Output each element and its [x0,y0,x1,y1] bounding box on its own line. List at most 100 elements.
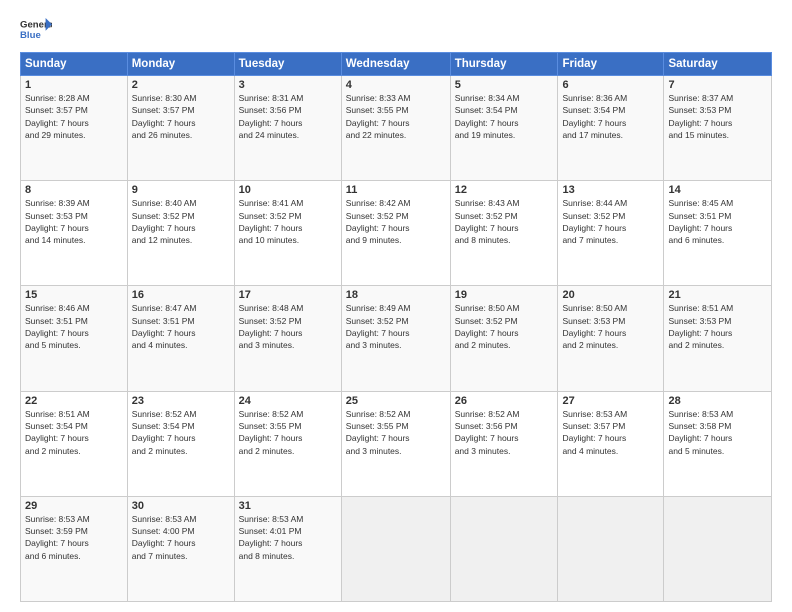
calendar-day-cell: 9Sunrise: 8:40 AMSunset: 3:52 PMDaylight… [127,181,234,286]
calendar-day-cell: 16Sunrise: 8:47 AMSunset: 3:51 PMDayligh… [127,286,234,391]
day-info: Sunrise: 8:50 AMSunset: 3:52 PMDaylight:… [455,302,554,351]
day-info: Sunrise: 8:46 AMSunset: 3:51 PMDaylight:… [25,302,123,351]
day-info: Sunrise: 8:49 AMSunset: 3:52 PMDaylight:… [346,302,446,351]
day-number: 12 [455,184,554,196]
day-info: Sunrise: 8:52 AMSunset: 3:54 PMDaylight:… [132,408,230,457]
calendar-day-header: Saturday [664,53,772,76]
day-number: 2 [132,79,230,91]
calendar-day-cell: 10Sunrise: 8:41 AMSunset: 3:52 PMDayligh… [234,181,341,286]
day-number: 3 [239,79,337,91]
calendar-day-header: Thursday [450,53,558,76]
day-info: Sunrise: 8:53 AMSunset: 3:59 PMDaylight:… [25,513,123,562]
calendar-day-cell: 24Sunrise: 8:52 AMSunset: 3:55 PMDayligh… [234,391,341,496]
day-number: 5 [455,79,554,91]
day-info: Sunrise: 8:37 AMSunset: 3:53 PMDaylight:… [668,92,767,141]
calendar-day-cell: 19Sunrise: 8:50 AMSunset: 3:52 PMDayligh… [450,286,558,391]
calendar-day-cell: 21Sunrise: 8:51 AMSunset: 3:53 PMDayligh… [664,286,772,391]
calendar-day-cell: 7Sunrise: 8:37 AMSunset: 3:53 PMDaylight… [664,76,772,181]
day-number: 13 [562,184,659,196]
day-info: Sunrise: 8:45 AMSunset: 3:51 PMDaylight:… [668,197,767,246]
calendar-day-cell [664,496,772,601]
day-number: 23 [132,395,230,407]
calendar-day-cell: 13Sunrise: 8:44 AMSunset: 3:52 PMDayligh… [558,181,664,286]
day-number: 9 [132,184,230,196]
calendar-day-cell: 2Sunrise: 8:30 AMSunset: 3:57 PMDaylight… [127,76,234,181]
day-number: 19 [455,289,554,301]
page: General Blue SundayMondayTuesdayWednesda… [0,0,792,612]
calendar-day-cell: 23Sunrise: 8:52 AMSunset: 3:54 PMDayligh… [127,391,234,496]
day-info: Sunrise: 8:43 AMSunset: 3:52 PMDaylight:… [455,197,554,246]
calendar-day-header: Wednesday [341,53,450,76]
calendar-day-cell: 6Sunrise: 8:36 AMSunset: 3:54 PMDaylight… [558,76,664,181]
day-info: Sunrise: 8:53 AMSunset: 4:00 PMDaylight:… [132,513,230,562]
day-info: Sunrise: 8:28 AMSunset: 3:57 PMDaylight:… [25,92,123,141]
day-number: 18 [346,289,446,301]
day-info: Sunrise: 8:34 AMSunset: 3:54 PMDaylight:… [455,92,554,141]
day-info: Sunrise: 8:53 AMSunset: 3:57 PMDaylight:… [562,408,659,457]
day-info: Sunrise: 8:39 AMSunset: 3:53 PMDaylight:… [25,197,123,246]
day-info: Sunrise: 8:31 AMSunset: 3:56 PMDaylight:… [239,92,337,141]
calendar-day-cell: 28Sunrise: 8:53 AMSunset: 3:58 PMDayligh… [664,391,772,496]
calendar-day-cell: 12Sunrise: 8:43 AMSunset: 3:52 PMDayligh… [450,181,558,286]
calendar-day-cell: 26Sunrise: 8:52 AMSunset: 3:56 PMDayligh… [450,391,558,496]
day-number: 25 [346,395,446,407]
calendar-day-cell [450,496,558,601]
day-info: Sunrise: 8:41 AMSunset: 3:52 PMDaylight:… [239,197,337,246]
logo: General Blue [20,16,52,44]
day-info: Sunrise: 8:51 AMSunset: 3:54 PMDaylight:… [25,408,123,457]
calendar-day-cell [341,496,450,601]
day-info: Sunrise: 8:51 AMSunset: 3:53 PMDaylight:… [668,302,767,351]
calendar-day-cell: 17Sunrise: 8:48 AMSunset: 3:52 PMDayligh… [234,286,341,391]
day-info: Sunrise: 8:52 AMSunset: 3:55 PMDaylight:… [346,408,446,457]
calendar-day-cell: 15Sunrise: 8:46 AMSunset: 3:51 PMDayligh… [21,286,128,391]
day-number: 22 [25,395,123,407]
calendar-day-cell: 11Sunrise: 8:42 AMSunset: 3:52 PMDayligh… [341,181,450,286]
calendar-day-cell: 5Sunrise: 8:34 AMSunset: 3:54 PMDaylight… [450,76,558,181]
day-number: 29 [25,500,123,512]
calendar-day-cell: 25Sunrise: 8:52 AMSunset: 3:55 PMDayligh… [341,391,450,496]
calendar-day-header: Monday [127,53,234,76]
day-info: Sunrise: 8:50 AMSunset: 3:53 PMDaylight:… [562,302,659,351]
day-number: 24 [239,395,337,407]
day-info: Sunrise: 8:33 AMSunset: 3:55 PMDaylight:… [346,92,446,141]
calendar-day-cell: 8Sunrise: 8:39 AMSunset: 3:53 PMDaylight… [21,181,128,286]
calendar-day-cell: 29Sunrise: 8:53 AMSunset: 3:59 PMDayligh… [21,496,128,601]
day-number: 14 [668,184,767,196]
svg-text:Blue: Blue [20,30,41,41]
calendar-day-cell: 30Sunrise: 8:53 AMSunset: 4:00 PMDayligh… [127,496,234,601]
day-number: 17 [239,289,337,301]
day-info: Sunrise: 8:53 AMSunset: 4:01 PMDaylight:… [239,513,337,562]
day-number: 16 [132,289,230,301]
calendar-day-header: Tuesday [234,53,341,76]
calendar-week-row: 1Sunrise: 8:28 AMSunset: 3:57 PMDaylight… [21,76,772,181]
day-number: 11 [346,184,446,196]
day-number: 1 [25,79,123,91]
day-info: Sunrise: 8:52 AMSunset: 3:56 PMDaylight:… [455,408,554,457]
day-number: 8 [25,184,123,196]
calendar-day-header: Friday [558,53,664,76]
day-info: Sunrise: 8:42 AMSunset: 3:52 PMDaylight:… [346,197,446,246]
day-number: 15 [25,289,123,301]
day-info: Sunrise: 8:48 AMSunset: 3:52 PMDaylight:… [239,302,337,351]
day-number: 31 [239,500,337,512]
calendar-day-cell: 31Sunrise: 8:53 AMSunset: 4:01 PMDayligh… [234,496,341,601]
calendar-week-row: 22Sunrise: 8:51 AMSunset: 3:54 PMDayligh… [21,391,772,496]
calendar-day-cell: 18Sunrise: 8:49 AMSunset: 3:52 PMDayligh… [341,286,450,391]
day-info: Sunrise: 8:44 AMSunset: 3:52 PMDaylight:… [562,197,659,246]
day-number: 27 [562,395,659,407]
day-info: Sunrise: 8:40 AMSunset: 3:52 PMDaylight:… [132,197,230,246]
day-info: Sunrise: 8:36 AMSunset: 3:54 PMDaylight:… [562,92,659,141]
calendar-table: SundayMondayTuesdayWednesdayThursdayFrid… [20,52,772,602]
day-number: 6 [562,79,659,91]
calendar-day-cell: 3Sunrise: 8:31 AMSunset: 3:56 PMDaylight… [234,76,341,181]
day-info: Sunrise: 8:52 AMSunset: 3:55 PMDaylight:… [239,408,337,457]
day-number: 20 [562,289,659,301]
day-number: 7 [668,79,767,91]
calendar-day-cell [558,496,664,601]
calendar-day-cell: 14Sunrise: 8:45 AMSunset: 3:51 PMDayligh… [664,181,772,286]
day-number: 10 [239,184,337,196]
day-info: Sunrise: 8:47 AMSunset: 3:51 PMDaylight:… [132,302,230,351]
calendar-day-cell: 22Sunrise: 8:51 AMSunset: 3:54 PMDayligh… [21,391,128,496]
calendar-day-cell: 27Sunrise: 8:53 AMSunset: 3:57 PMDayligh… [558,391,664,496]
calendar-week-row: 8Sunrise: 8:39 AMSunset: 3:53 PMDaylight… [21,181,772,286]
